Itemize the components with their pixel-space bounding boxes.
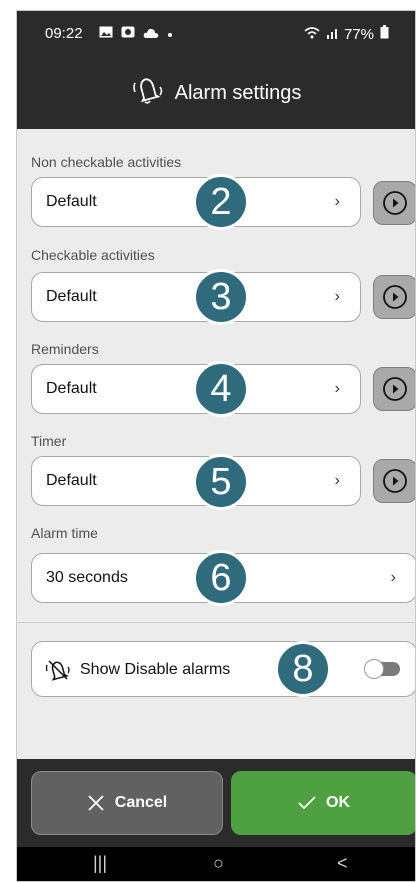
callout-badge: 6 [193, 550, 249, 606]
alarm-bell-icon [131, 75, 165, 111]
system-nav-bar: ||| ○ < [17, 847, 415, 881]
dot-icon [167, 25, 173, 42]
play-icon [383, 285, 407, 309]
play-reminders-button[interactable] [373, 367, 415, 411]
divider [17, 622, 415, 623]
phone-screen: 09:22 77% Alarm settings Non checkable a… [16, 10, 416, 882]
battery-icon [380, 25, 389, 43]
ok-button[interactable]: OK [231, 771, 415, 835]
row-value: 30 seconds [46, 569, 128, 586]
toggle-knob [364, 659, 384, 679]
label-alarm-time: Alarm time [31, 525, 98, 541]
callout-badge: 8 [275, 641, 331, 697]
chevron-right-icon: › [334, 193, 340, 210]
settings-list: Non checkable activities Default › 2 Che… [17, 129, 415, 759]
cloud-icon [143, 25, 159, 42]
play-timer-button[interactable] [373, 459, 415, 503]
play-non-checkable-button[interactable] [373, 181, 415, 225]
ok-label: OK [326, 794, 350, 811]
show-disable-alarms-label: Show Disable alarms [80, 661, 231, 678]
title-bar: Alarm settings [17, 57, 415, 129]
row-value: Default [46, 380, 97, 397]
label-timer: Timer [31, 433, 67, 449]
chevron-right-icon: › [334, 472, 340, 489]
row-value: Default [46, 288, 97, 305]
page-title: Alarm settings [174, 81, 302, 104]
show-disable-alarms-row[interactable]: Show Disable alarms [31, 641, 415, 697]
label-non-checkable-activities: Non checkable activities [31, 154, 182, 170]
show-disable-alarms-toggle[interactable] [364, 659, 400, 679]
play-checkable-button[interactable] [373, 275, 415, 319]
callout-badge: 2 [193, 174, 249, 230]
cancel-label: Cancel [114, 794, 168, 811]
signal-icon [326, 26, 338, 43]
wifi-icon [304, 26, 320, 43]
check-icon [298, 796, 316, 810]
alarm-off-icon [45, 658, 70, 687]
play-icon [383, 191, 407, 215]
row-value: Default [46, 472, 97, 489]
chevron-right-icon: › [334, 380, 340, 397]
close-icon [88, 795, 104, 811]
callout-badge: 4 [193, 361, 249, 417]
chevron-right-icon: › [334, 288, 340, 305]
callout-badge: 5 [193, 454, 249, 510]
photo-icon [99, 25, 113, 42]
back-nav-button[interactable]: < [337, 853, 348, 874]
status-bar: 09:22 77% [17, 11, 415, 57]
bottom-action-bar: Cancel OK [17, 759, 415, 847]
play-icon [383, 469, 407, 493]
home-nav-button[interactable]: ○ [213, 853, 224, 874]
row-value: Default [46, 193, 97, 210]
callout-badge: 3 [193, 269, 249, 325]
label-checkable-activities: Checkable activities [31, 247, 155, 263]
screen-record-icon [121, 25, 135, 42]
battery-text: 77% [343, 25, 374, 43]
play-icon [383, 377, 407, 401]
label-reminders: Reminders [31, 341, 99, 357]
cancel-button[interactable]: Cancel [31, 771, 223, 835]
chevron-right-icon: › [390, 569, 396, 586]
status-time: 09:22 [45, 25, 83, 42]
recents-nav-button[interactable]: ||| [93, 853, 107, 874]
